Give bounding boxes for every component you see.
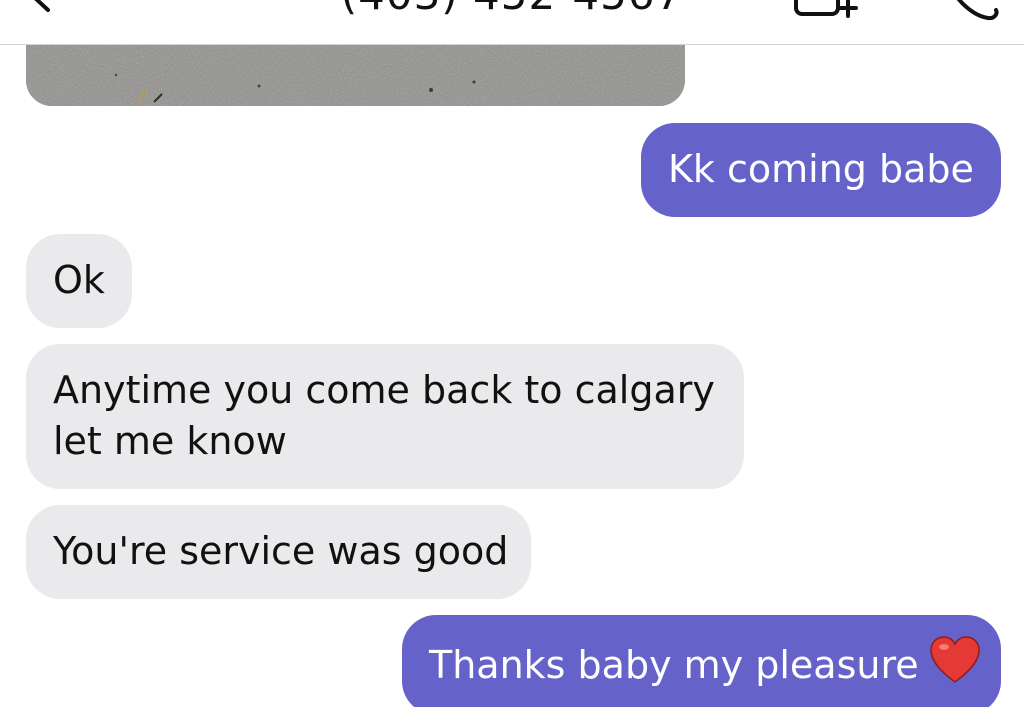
message-bubble-outgoing[interactable]: Thanks baby my pleasure xyxy=(402,615,1001,707)
message-text: You're service was good xyxy=(53,529,509,573)
phone-icon[interactable] xyxy=(944,0,1000,22)
contact-name[interactable]: (403) 452-4567 xyxy=(0,0,1024,19)
message-text: Kk coming babe xyxy=(668,147,974,191)
message-text: Thanks baby my pleasure xyxy=(429,643,919,687)
message-bubble-incoming[interactable]: You're service was good xyxy=(26,505,531,599)
message-bubble-incoming[interactable]: Anytime you come back to calgary let me … xyxy=(26,344,744,489)
message-bubble-outgoing[interactable]: Kk coming babe xyxy=(641,123,1001,217)
video-camera-icon[interactable] xyxy=(790,0,860,22)
message-text: Anytime you come back to calgary let me … xyxy=(53,368,715,463)
red-heart-icon xyxy=(929,636,980,683)
message-text: Ok xyxy=(53,258,105,302)
message-thread-screen: (403) 452-4567 xyxy=(0,0,1024,707)
message-bubble-incoming[interactable]: Ok xyxy=(26,234,132,328)
conversation-header: (403) 452-4567 xyxy=(0,0,1024,45)
